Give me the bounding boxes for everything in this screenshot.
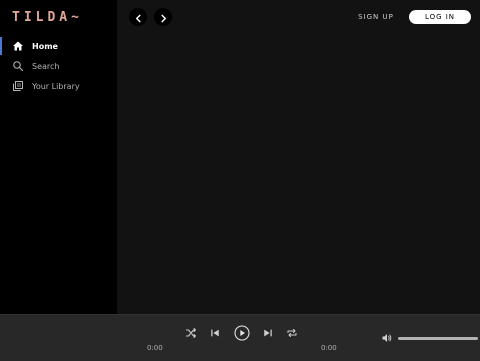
main-content: SIGN UP LOG IN: [117, 0, 480, 314]
next-button[interactable]: [261, 326, 275, 340]
sidebar: TILDA~ Home Search Your Library: [0, 0, 117, 314]
library-icon: [12, 80, 24, 92]
elapsed-time: 0:00: [147, 344, 163, 352]
volume-button[interactable]: [380, 331, 394, 345]
sidebar-nav: Home Search Your Library: [0, 36, 117, 96]
home-icon: [12, 40, 24, 52]
play-icon: [233, 324, 250, 341]
play-button[interactable]: [233, 324, 250, 341]
sidebar-item-search[interactable]: Search: [0, 56, 117, 76]
previous-button[interactable]: [208, 326, 222, 340]
sidebar-item-label: Your Library: [32, 81, 80, 91]
sidebar-item-your-library[interactable]: Your Library: [0, 76, 117, 96]
previous-icon: [210, 328, 220, 338]
forward-button[interactable]: [154, 8, 172, 26]
shuffle-icon: [185, 327, 197, 339]
volume-icon: [381, 332, 393, 344]
chevron-right-icon: [159, 8, 168, 27]
volume-slider[interactable]: [398, 337, 478, 340]
sidebar-item-label: Home: [32, 41, 58, 51]
app-logo[interactable]: TILDA~: [12, 10, 83, 26]
back-button[interactable]: [129, 8, 147, 26]
search-icon: [12, 60, 24, 72]
sidebar-item-home[interactable]: Home: [0, 36, 117, 56]
repeat-button[interactable]: [285, 326, 299, 340]
chevron-left-icon: [134, 8, 143, 27]
track-duration: 0:00: [321, 344, 337, 352]
sidebar-item-label: Search: [32, 61, 60, 71]
next-icon: [263, 328, 273, 338]
signup-button[interactable]: SIGN UP: [355, 10, 397, 24]
player-bar: 0:00 0:00: [0, 314, 480, 361]
login-button[interactable]: LOG IN: [409, 10, 471, 24]
shuffle-button[interactable]: [184, 326, 198, 340]
repeat-icon: [286, 327, 298, 339]
